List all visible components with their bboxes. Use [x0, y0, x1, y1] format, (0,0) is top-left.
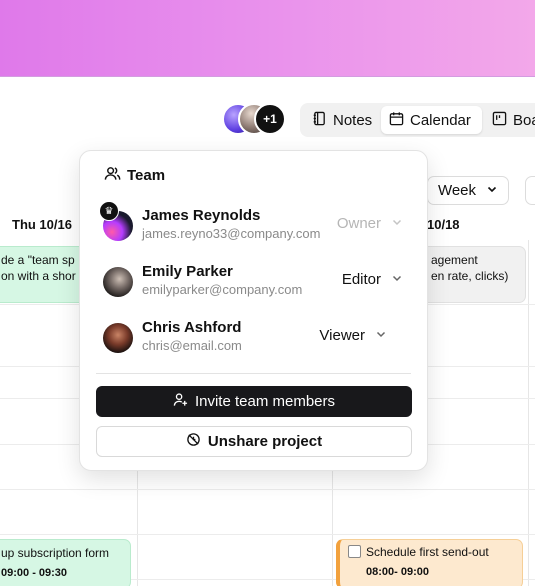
event-title: up subscription form [1, 546, 110, 560]
role-label: Owner [336, 215, 381, 232]
crown-icon: ♛ [99, 201, 119, 221]
project-cover-banner [0, 0, 535, 77]
role-label: Viewer [319, 327, 365, 344]
tab-calendar[interactable]: Calendar [381, 106, 482, 134]
board-icon [492, 111, 507, 130]
collaborator-avatars[interactable]: +1 [222, 103, 288, 135]
avatar [103, 267, 133, 297]
member-row: Emily Parker emilyparker@company.com Edi… [103, 263, 403, 303]
member-name: Emily Parker [142, 263, 233, 280]
chevron-down-icon [391, 271, 403, 288]
calendar-event[interactable]: up subscription form 09:00 - 09:30 [0, 539, 131, 586]
event-title: Schedule first send-out [366, 545, 489, 559]
member-email: emilyparker@company.com [142, 282, 303, 297]
week-select-label: Week [437, 182, 477, 199]
unshare-project-button[interactable]: Unshare project [96, 426, 412, 457]
event-text: en rate, clicks) [431, 269, 509, 283]
role-select: Owner [337, 215, 403, 232]
divider [96, 373, 411, 374]
tab-board[interactable]: Boa [484, 106, 535, 134]
team-popover: Team ♛ James Reynolds james.reyno33@comp… [79, 150, 428, 471]
member-email: james.reyno33@company.com [142, 226, 321, 241]
member-name: Chris Ashford [142, 319, 242, 336]
member-row: ♛ James Reynolds james.reyno33@company.c… [99, 201, 403, 247]
popover-title-text: Team [127, 167, 166, 184]
unshare-icon [186, 432, 201, 451]
event-time: 09:00 - 09:30 [1, 567, 68, 579]
role-select[interactable]: Viewer [319, 327, 387, 344]
tab-label: Notes [333, 111, 373, 129]
day-header: 10/18 [427, 217, 460, 232]
tab-notes[interactable]: Notes [304, 106, 380, 134]
next-period-button[interactable] [525, 176, 535, 205]
tab-label: Boa [513, 111, 535, 129]
member-email: chris@email.com [142, 338, 242, 353]
event-checkbox[interactable] [348, 545, 361, 558]
chevron-down-icon [486, 182, 498, 199]
role-select[interactable]: Editor [342, 271, 403, 288]
event-time: 08:00- 09:00 [366, 566, 429, 578]
grid-divider [0, 489, 535, 490]
more-collaborators-badge[interactable]: +1 [254, 103, 286, 135]
invite-label: Invite team members [194, 393, 336, 410]
grid-divider [0, 534, 535, 535]
chevron-down-icon [391, 215, 403, 232]
event-text: on with a shor [1, 269, 76, 283]
view-switcher: Notes Calendar Boa [300, 103, 535, 137]
calendar-icon [389, 111, 404, 130]
event-text: de a "team sp [1, 253, 75, 267]
tab-label: Calendar [410, 111, 471, 129]
chevron-down-icon [375, 327, 387, 344]
calendar-event[interactable]: Schedule first send-out 08:00- 09:00 [336, 539, 523, 586]
event-text: agement [431, 253, 478, 267]
user-plus-icon [173, 392, 188, 411]
notebook-icon [312, 111, 327, 130]
day-header: Thu 10/16 [12, 217, 72, 232]
unshare-label: Unshare project [207, 433, 323, 450]
calendar-event[interactable]: agement en rate, clicks) [420, 246, 526, 303]
users-icon [104, 165, 121, 186]
role-label: Editor [341, 271, 381, 288]
member-name: James Reynolds [142, 207, 261, 224]
avatar [103, 323, 133, 353]
invite-members-button[interactable]: Invite team members [96, 386, 412, 417]
popover-title: Team [104, 165, 165, 186]
week-range-select[interactable]: Week [427, 176, 509, 205]
member-row: Chris Ashford chris@email.com Viewer [103, 319, 403, 359]
